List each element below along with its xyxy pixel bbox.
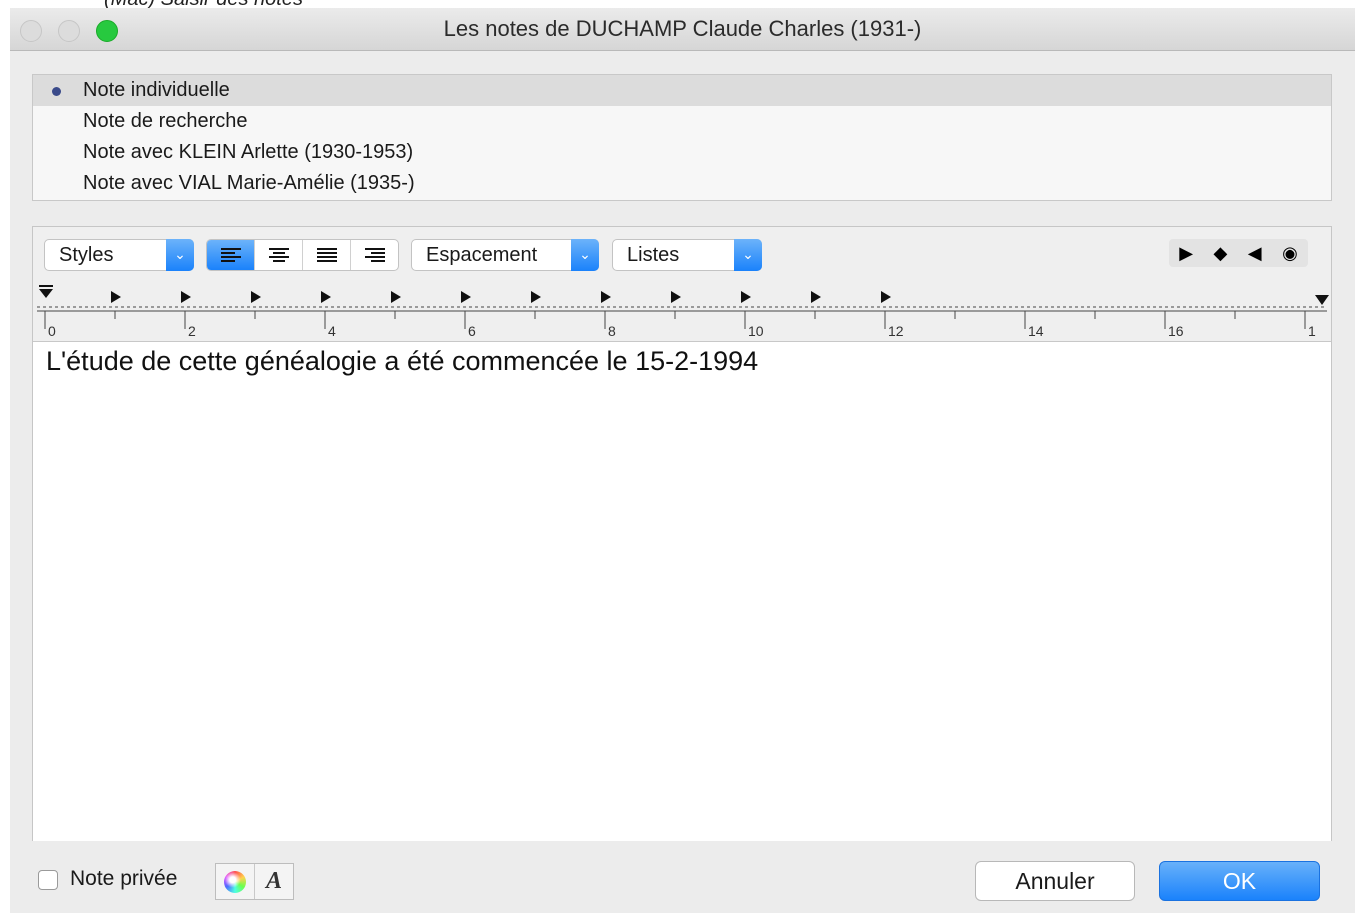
note-item-label: Note de recherche bbox=[83, 110, 248, 132]
notes-list: Note individuelle Note de recherche Note… bbox=[32, 74, 1332, 201]
note-item-klein[interactable]: Note avec KLEIN Arlette (1930-1953) bbox=[33, 137, 1331, 168]
align-center-icon bbox=[268, 248, 289, 262]
tab-stop-marker bbox=[391, 291, 401, 303]
ruler-label: 1 bbox=[1308, 323, 1316, 339]
private-note-checkbox[interactable] bbox=[38, 870, 58, 890]
font-picker-button[interactable]: A bbox=[255, 864, 293, 899]
ruler-label: 12 bbox=[888, 323, 904, 339]
tab-stop-marker bbox=[811, 291, 821, 303]
color-picker-button[interactable] bbox=[216, 864, 255, 899]
tab-decimal-icon[interactable]: ◆ bbox=[1214, 243, 1228, 264]
ruler-label: 0 bbox=[48, 323, 56, 339]
notes-window: Les notes de DUCHAMP Claude Charles (193… bbox=[10, 8, 1355, 913]
tab-stop-marker bbox=[111, 291, 121, 303]
font-icon: A bbox=[265, 868, 282, 894]
ruler-label: 8 bbox=[608, 323, 616, 339]
ruler-label: 14 bbox=[1028, 323, 1044, 339]
alignment-control bbox=[206, 239, 399, 271]
align-center-button[interactable] bbox=[255, 240, 303, 270]
ruler-label: 6 bbox=[468, 323, 476, 339]
styles-popup[interactable]: Styles ⌄ bbox=[44, 239, 194, 271]
tab-stop-marker bbox=[251, 291, 261, 303]
lists-popup-label: Listes bbox=[627, 244, 680, 266]
align-right-button[interactable] bbox=[351, 240, 398, 270]
tab-stop-marker bbox=[671, 291, 681, 303]
align-justify-button[interactable] bbox=[303, 240, 351, 270]
align-right-icon bbox=[364, 248, 385, 262]
note-item-label: Note avec KLEIN Arlette (1930-1953) bbox=[83, 141, 414, 163]
note-text-area[interactable]: L'étude de cette généalogie a été commen… bbox=[33, 341, 1331, 841]
tab-stop-marker bbox=[461, 291, 471, 303]
ok-button[interactable]: OK bbox=[1159, 861, 1320, 901]
chevron-down-icon: ⌄ bbox=[734, 239, 762, 271]
cancel-button[interactable]: Annuler bbox=[975, 861, 1135, 901]
note-item-individuelle[interactable]: Note individuelle bbox=[33, 75, 1331, 106]
window-title: Les notes de DUCHAMP Claude Charles (193… bbox=[443, 16, 922, 41]
chevron-down-icon: ⌄ bbox=[571, 239, 599, 271]
align-left-button[interactable] bbox=[207, 240, 255, 270]
right-indent-marker bbox=[1315, 295, 1329, 305]
note-text: L'étude de cette généalogie a été commen… bbox=[46, 346, 759, 376]
private-note-label: Note privée bbox=[70, 867, 178, 890]
tab-stop-marker bbox=[741, 291, 751, 303]
tab-center-icon[interactable]: ◉ bbox=[1282, 243, 1298, 264]
note-item-recherche[interactable]: Note de recherche bbox=[33, 106, 1331, 137]
tab-stop-tools: ▶ ◆ ◀ ◉ bbox=[1169, 239, 1308, 267]
text-ruler[interactable]: 0 2 4 6 8 10 12 14 16 1 bbox=[33, 281, 1331, 341]
color-wheel-icon bbox=[224, 870, 246, 893]
ruler-label: 4 bbox=[328, 323, 336, 339]
align-left-icon bbox=[220, 248, 241, 262]
align-justify-icon bbox=[316, 248, 337, 262]
styles-popup-label: Styles bbox=[59, 244, 114, 266]
tab-left-icon[interactable]: ◀ bbox=[1248, 243, 1262, 264]
ruler-label: 16 bbox=[1168, 323, 1184, 339]
spacing-popup[interactable]: Espacement ⌄ bbox=[411, 239, 599, 271]
left-indent-marker bbox=[39, 289, 53, 298]
note-item-label: Note individuelle bbox=[83, 79, 230, 101]
title-bar: Les notes de DUCHAMP Claude Charles (193… bbox=[10, 8, 1355, 51]
tab-right-icon[interactable]: ▶ bbox=[1179, 243, 1193, 264]
ruler-label: 2 bbox=[188, 323, 196, 339]
chevron-down-icon: ⌄ bbox=[166, 239, 194, 271]
lists-popup[interactable]: Listes ⌄ bbox=[612, 239, 762, 271]
note-item-label: Note avec VIAL Marie-Amélie (1935-) bbox=[83, 172, 415, 194]
tab-stop-marker bbox=[881, 291, 891, 303]
format-tools: A bbox=[215, 863, 294, 900]
tab-stop-marker bbox=[601, 291, 611, 303]
note-editor: Styles ⌄ Espacement ⌄ Listes ⌄ ▶ ◆ ◀ ◉ 0… bbox=[32, 226, 1332, 841]
selected-bullet-icon bbox=[52, 87, 61, 96]
note-item-vial[interactable]: Note avec VIAL Marie-Amélie (1935-) bbox=[33, 168, 1331, 199]
spacing-popup-label: Espacement bbox=[426, 244, 538, 266]
tab-stop-marker bbox=[181, 291, 191, 303]
ruler-label: 10 bbox=[748, 323, 764, 339]
tab-stop-marker bbox=[531, 291, 541, 303]
tab-stop-marker bbox=[321, 291, 331, 303]
ruler-graphic bbox=[37, 285, 1329, 329]
